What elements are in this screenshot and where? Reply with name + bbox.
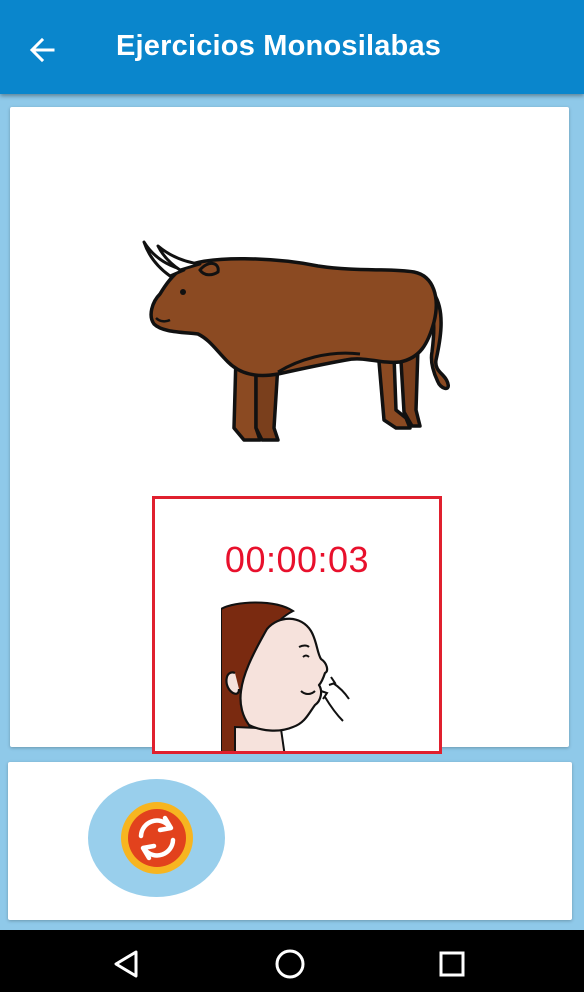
app-bar: Ejercicios Monosilabas — [0, 0, 584, 94]
refresh-icon — [120, 802, 193, 874]
nav-home-icon[interactable] — [270, 944, 310, 984]
bull-illustration — [142, 240, 450, 442]
system-nav-bar — [0, 930, 584, 992]
nav-recents-icon[interactable] — [432, 944, 472, 984]
blow-mouth-face-icon — [221, 601, 350, 751]
refresh-button[interactable] — [88, 779, 225, 897]
back-button[interactable] — [18, 26, 66, 74]
page-title: Ejercicios Monosilabas — [116, 30, 442, 62]
arrow-back-icon — [29, 37, 55, 63]
timer-panel: 00:00:03 — [152, 496, 442, 754]
nav-back-icon[interactable] — [106, 944, 146, 984]
timer-display: 00:00:03 — [224, 539, 370, 580]
